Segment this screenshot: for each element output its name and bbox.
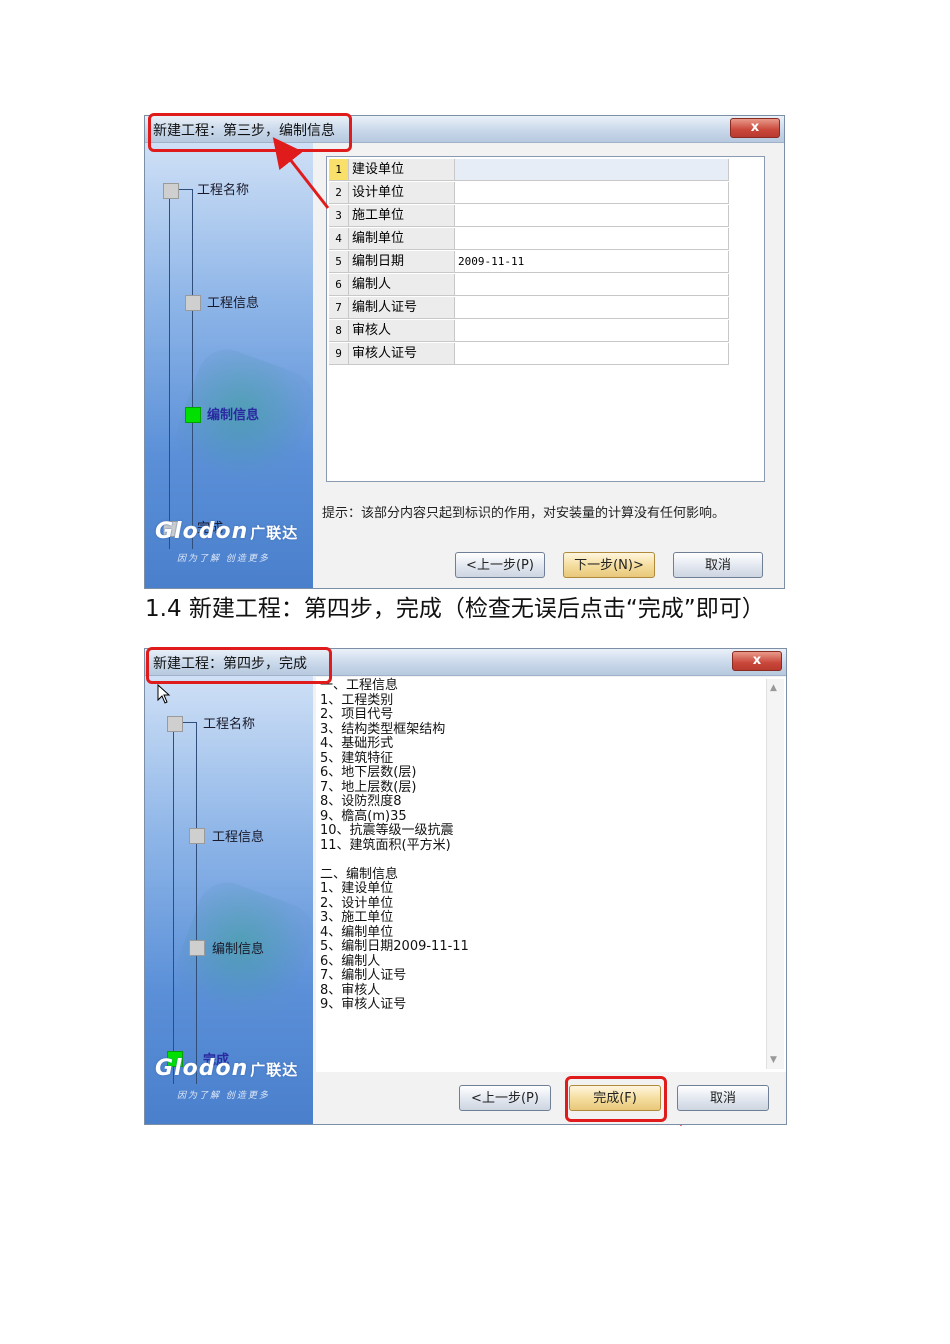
wizard-sidebar: 工程名称 工程信息 编制信息 完成 Glodon 广联达 因为了解 创造更多 <box>145 676 313 1124</box>
tree-line <box>196 722 197 1084</box>
summary-line: 9、檐高(m)35 <box>320 808 407 824</box>
summary-line: 1、工程类别 <box>320 692 394 708</box>
summary-line: 11、建筑面积(平方米) <box>320 837 451 853</box>
summary-line: 6、地下层数(层) <box>320 765 417 780</box>
summary-line: 1、建设单位 <box>320 881 394 896</box>
summary-line: 8、审核人 <box>320 982 381 998</box>
summary-line: 2、设计单位 <box>320 895 394 911</box>
prev-button[interactable]: <上一步(P) <box>459 1085 551 1111</box>
summary-line: 2、项目代号 <box>320 707 394 722</box>
section-caption: 1.4 新建工程：第四步，完成（检查无误后点击“完成”即可） <box>145 596 765 622</box>
step-project-name[interactable]: 工程名称 <box>203 713 255 732</box>
step-marker <box>167 716 183 732</box>
summary-line: 10、抗震等级一级抗震 <box>320 823 454 838</box>
summary-line: 5、编制日期2009-11-11 <box>320 939 469 954</box>
dialog-step4: 新建工程：第四步，完成 x 工程名称 工程信息 编制信息 完成 Glodon 广联… <box>144 648 787 1125</box>
summary-line: 二、编制信息 <box>320 866 399 882</box>
step-marker <box>189 940 205 956</box>
annotation-highlight <box>146 647 332 684</box>
summary-line: 一、工程信息 <box>320 678 399 693</box>
cancel-button[interactable]: 取消 <box>677 1085 769 1111</box>
close-button[interactable]: x <box>732 651 782 671</box>
summary-line: 3、施工单位 <box>320 910 394 925</box>
brand-slogan: 因为了解 创造更多 <box>177 1091 270 1101</box>
summary-line: 5、建筑特征 <box>320 750 394 766</box>
summary-line: 7、地上层数(层) <box>320 779 417 795</box>
step-marker <box>189 828 205 844</box>
summary-line: 9、审核人证号 <box>320 997 407 1012</box>
summary-line: 4、基础形式 <box>320 736 394 751</box>
summary-line: 6、编制人 <box>320 953 381 969</box>
scroll-down-icon[interactable]: ▼ <box>770 1055 777 1065</box>
tree-line <box>173 722 174 1084</box>
arrow <box>272 137 330 209</box>
summary-line: 7、编制人证号 <box>320 968 407 983</box>
summary-line: 3、结构类型框架结构 <box>320 721 446 737</box>
mouse-cursor-icon <box>157 684 171 704</box>
vertical-scrollbar[interactable]: ▲ ▼ <box>766 679 784 1069</box>
step-compile-info[interactable]: 编制信息 <box>212 938 264 957</box>
summary-line: 8、设防烈度8 <box>320 794 402 809</box>
scroll-up-icon[interactable]: ▲ <box>770 683 777 693</box>
summary-text-area[interactable]: 一、工程信息 1、工程类别 2、项目代号 3、结构类型框架结构 4、基础形式 5、建筑特征… <box>316 677 786 1072</box>
glodon-logo: Glodon 广联达 <box>155 1056 299 1081</box>
annotation-highlight-finish <box>565 1076 667 1122</box>
step-project-info[interactable]: 工程信息 <box>212 826 264 845</box>
summary-line: 4、编制单位 <box>320 924 394 940</box>
